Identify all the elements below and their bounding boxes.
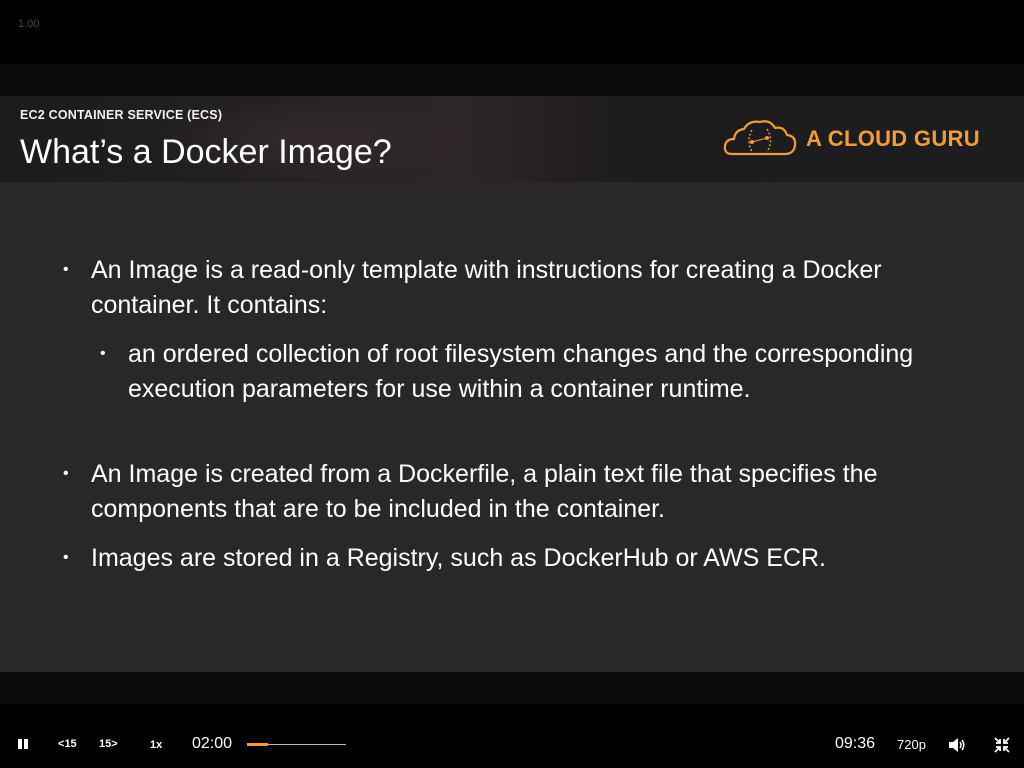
- player-controls: <15 15> 1x 02:00 09:36 720p: [0, 704, 1024, 768]
- rewind-15-button[interactable]: <15: [58, 738, 77, 750]
- sub-bullet-text: an ordered collection of root filesystem…: [128, 340, 914, 403]
- bullet-marker: •: [63, 549, 69, 566]
- forward-15-button[interactable]: 15>: [99, 738, 118, 750]
- exit-fullscreen-button[interactable]: [994, 737, 1010, 753]
- bullet-text: Images are stored in a Registry, such as…: [91, 544, 826, 572]
- video-player: 1.00 EC2 CONTAINER SERVICE (ECS) What’s …: [0, 0, 1024, 768]
- bullet-marker: •: [100, 345, 106, 362]
- bullet-item: • Images are stored in a Registry, such …: [63, 541, 991, 576]
- pause-icon-bar: [24, 739, 28, 749]
- sub-bullet-item: • an ordered collection of root filesyst…: [100, 337, 988, 407]
- bullet-marker: •: [63, 261, 69, 278]
- slide-header: EC2 CONTAINER SERVICE (ECS) What’s a Doc…: [0, 96, 1024, 182]
- volume-icon: [949, 738, 965, 752]
- bullet-marker: •: [63, 465, 69, 482]
- pause-icon: [18, 739, 22, 749]
- bullet-item: • An Image is a read-only template with …: [63, 253, 991, 323]
- playback-speed-button[interactable]: 1x: [150, 739, 162, 751]
- brand-logo-text: A CLOUD GURU: [806, 126, 980, 151]
- section-label: EC2 CONTAINER SERVICE (ECS): [20, 108, 223, 122]
- forward-label: 15: [99, 738, 112, 750]
- playback-version-label: 1.00: [18, 18, 40, 30]
- bullet-text: An Image is created from a Dockerfile, a…: [91, 460, 878, 523]
- letterbox-bottom: [0, 672, 1024, 704]
- video-frame[interactable]: EC2 CONTAINER SERVICE (ECS) What’s a Doc…: [0, 96, 1024, 672]
- bullet-text: An Image is a read-only template with in…: [91, 256, 882, 319]
- progress-bar[interactable]: [247, 743, 346, 746]
- letterbox-top: [0, 64, 1024, 96]
- exit-fullscreen-icon: [994, 737, 1010, 753]
- bullet-item: • An Image is created from a Dockerfile,…: [63, 457, 991, 527]
- chevron-right-icon: >: [111, 738, 118, 750]
- rewind-label: 15: [64, 738, 77, 750]
- cloud-logo-icon: [723, 120, 797, 156]
- current-time: 02:00: [192, 735, 233, 752]
- volume-button[interactable]: [948, 737, 966, 753]
- quality-button[interactable]: 720p: [897, 737, 926, 752]
- pause-button[interactable]: [16, 738, 30, 752]
- brand-logo: A CLOUD GURU: [722, 116, 1002, 162]
- slide-title: What’s a Docker Image?: [20, 133, 392, 171]
- progress-fill: [247, 743, 268, 746]
- duration: 09:36: [835, 735, 876, 752]
